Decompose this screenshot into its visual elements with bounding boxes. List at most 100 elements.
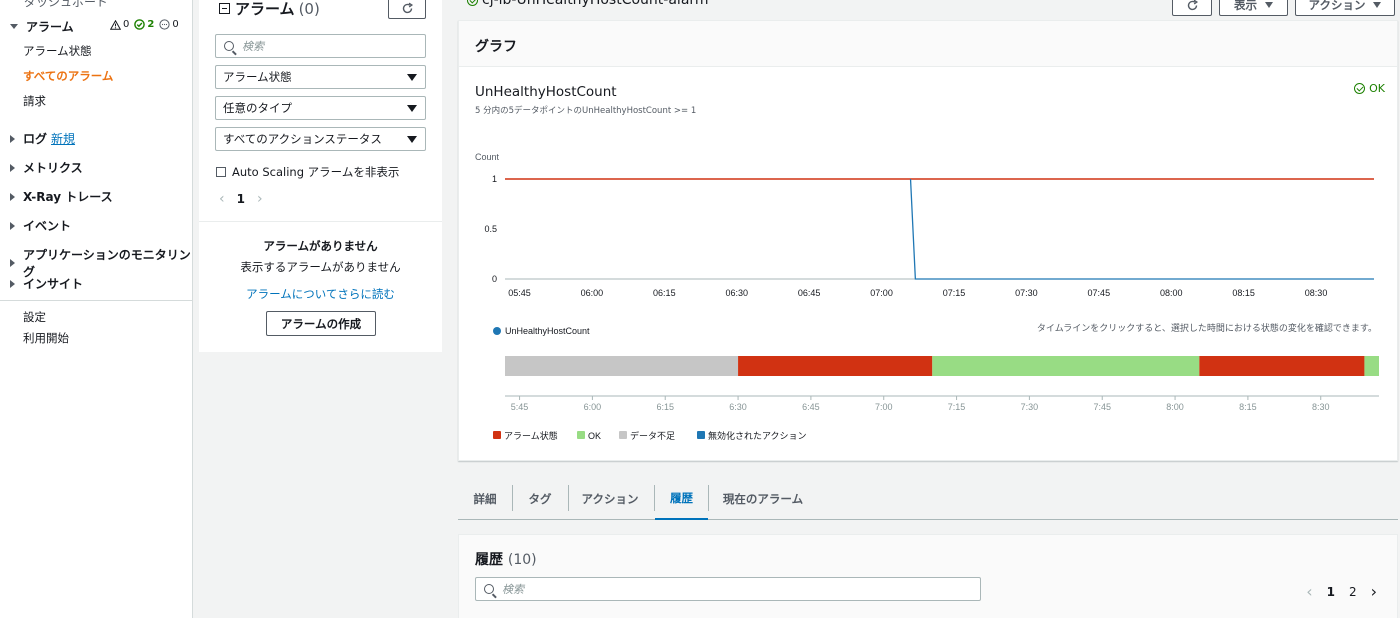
y-axis-label: Count — [475, 152, 500, 162]
alarm-state-select[interactable]: アラーム状態 — [215, 65, 426, 89]
x-tick-label: 08:30 — [1305, 288, 1328, 298]
tab-separator — [568, 485, 569, 511]
sidebar-section-label: アラーム — [26, 20, 74, 34]
x-tick-label: 06:45 — [798, 288, 821, 298]
x-tick-label: 07:45 — [1088, 288, 1111, 298]
caret-right-icon — [10, 192, 15, 201]
timeline-legend-label: OK — [588, 431, 601, 441]
sidebar-section-logs[interactable]: ログ 新規 — [10, 130, 75, 147]
dropdown-triangle-icon — [407, 105, 417, 112]
hide-autoscaling-checkbox[interactable] — [216, 167, 226, 177]
timeline-tick-label: 6:00 — [584, 402, 602, 412]
x-tick-label: 06:15 — [653, 288, 676, 298]
timeline-tick-label: 6:15 — [656, 402, 674, 412]
y-tick-label: 0 — [492, 274, 497, 284]
tab-separator — [708, 485, 709, 511]
alarm-type-select[interactable]: 任意のタイプ — [215, 96, 426, 120]
x-tick-label: 08:15 — [1232, 288, 1255, 298]
alarm-count: (0) — [298, 0, 320, 18]
sidebar-item-all-alarms[interactable]: すべてのアラーム — [23, 68, 113, 84]
page-2[interactable]: 2 — [1349, 585, 1357, 599]
current-page[interactable]: 1 — [237, 192, 245, 206]
history-panel: 履歴 (10) 検索 ‹ 1 2 › — [458, 534, 1398, 618]
learn-more-link[interactable]: アラームについてさらに読む — [199, 286, 442, 302]
tab-separator — [512, 485, 513, 511]
tab-actions[interactable]: アクション — [578, 478, 642, 519]
history-count: (10) — [507, 552, 537, 568]
tab-current-alarms[interactable]: 現在のアラーム — [718, 478, 808, 519]
graph-panel-header: グラフ — [459, 21, 1397, 67]
dropdown-triangle-icon — [407, 74, 417, 81]
search-icon — [224, 41, 234, 51]
timeline-tick-label: 5:45 — [511, 402, 529, 412]
history-search-input[interactable]: 検索 — [475, 577, 981, 601]
timeline-segment-ok — [932, 356, 1200, 376]
caret-down-icon — [10, 24, 18, 29]
alarm-search-input[interactable]: 検索 — [215, 34, 426, 58]
alarm-pagination: ‹ 1 › — [219, 191, 263, 207]
timeline-segment-insufficient — [505, 356, 739, 376]
x-tick-label: 07:30 — [1015, 288, 1038, 298]
empty-state-title: アラームがありません — [263, 239, 378, 253]
tab-details[interactable]: 詳細 — [466, 478, 504, 519]
sidebar-section-xray[interactable]: X-Ray トレース — [10, 188, 113, 205]
timeline-tick-label: 8:15 — [1239, 402, 1257, 412]
alarm-count-badge: 0 — [110, 19, 129, 30]
legend-swatch — [493, 327, 501, 335]
create-alarm-button[interactable]: アラームの作成 — [266, 311, 376, 336]
metric-line-chart[interactable]: Count 0 0.5 1 05:45 06:00 06:15 06:30 06:45 07:00… — [459, 141, 1397, 346]
x-tick-label: 07:15 — [943, 288, 966, 298]
chevron-left-icon[interactable]: ‹ — [1306, 582, 1312, 601]
timeline-legend-label: 無効化されたアクション — [708, 430, 807, 441]
dropdown-triangle-icon — [1265, 2, 1273, 8]
timeline-legend-swatch — [619, 431, 627, 439]
sidebar-divider — [0, 300, 193, 301]
timeline-legend-swatch — [697, 431, 705, 439]
legend-label: UnHealthyHostCount — [505, 326, 590, 336]
chevron-right-icon[interactable]: › — [1371, 582, 1377, 601]
collapse-icon[interactable] — [219, 3, 230, 14]
sidebar-section-events[interactable]: イベント — [10, 217, 71, 234]
action-status-select[interactable]: すべてのアクションステータス — [215, 127, 426, 151]
ellipsis-circle-icon — [159, 19, 170, 30]
timeline-legend-swatch — [577, 431, 585, 439]
timeline-tick-label: 7:00 — [875, 402, 893, 412]
chevron-right-icon[interactable]: › — [257, 191, 263, 207]
refresh-button[interactable] — [388, 0, 426, 19]
left-sidebar: ダッシュボード アラーム 0 2 0 アラーム状態 すべてのアラーム 請求 ログ… — [0, 0, 193, 618]
tab-history[interactable]: 履歴 — [655, 478, 708, 520]
detail-refresh-button[interactable] — [1172, 0, 1212, 16]
check-circle-icon — [134, 19, 146, 30]
divider — [199, 221, 442, 222]
insufficient-count-badge: 0 — [159, 19, 179, 30]
caret-right-icon — [10, 259, 15, 267]
alarm-list-title[interactable]: アラーム (0) — [219, 0, 320, 19]
page-1[interactable]: 1 — [1327, 585, 1335, 599]
x-tick-label: 07:00 — [870, 288, 893, 298]
sidebar-item-getting-started[interactable]: 利用開始 — [23, 330, 69, 346]
tab-tags[interactable]: タグ — [522, 478, 558, 519]
new-badge: 新規 — [51, 132, 76, 146]
hide-autoscaling-toggle[interactable]: Auto Scaling アラームを非表示 — [216, 164, 399, 180]
alarm-list-panel: アラーム (0) 検索 アラーム状態 任意のタイプ すべてのアクションステータス… — [199, 0, 442, 352]
actions-button[interactable]: アクション — [1295, 0, 1395, 16]
sidebar-item-dashboard[interactable]: ダッシュボード — [24, 0, 108, 10]
state-timeline[interactable]: 5:45 6:00 6:15 6:30 6:45 7:00 7:15 7:30 7:45 8:00… — [459, 346, 1397, 466]
timeline-tick-label: 6:30 — [729, 402, 747, 412]
sidebar-item-billing[interactable]: 請求 — [23, 93, 46, 109]
caret-right-icon — [10, 134, 15, 143]
timeline-legend-swatch — [493, 431, 501, 439]
sidebar-section-insights[interactable]: インサイト — [10, 275, 83, 292]
view-button[interactable]: 表示 — [1219, 0, 1288, 16]
ok-count-badge: 2 — [134, 19, 154, 30]
series-line — [909, 178, 1374, 280]
dropdown-triangle-icon — [1373, 2, 1382, 8]
sidebar-item-alarm-state[interactable]: アラーム状態 — [23, 43, 92, 59]
sidebar-section-alarms[interactable]: アラーム — [10, 18, 74, 35]
timeline-hint: タイムラインをクリックすると、選択した時間における状態の変化を確認できます。 — [1036, 324, 1377, 334]
sidebar-item-settings[interactable]: 設定 — [23, 309, 46, 325]
chevron-left-icon[interactable]: ‹ — [219, 191, 225, 207]
refresh-icon — [402, 2, 413, 13]
sidebar-section-metrics[interactable]: メトリクス — [10, 159, 83, 176]
timeline-segment-alarm — [1199, 356, 1365, 376]
